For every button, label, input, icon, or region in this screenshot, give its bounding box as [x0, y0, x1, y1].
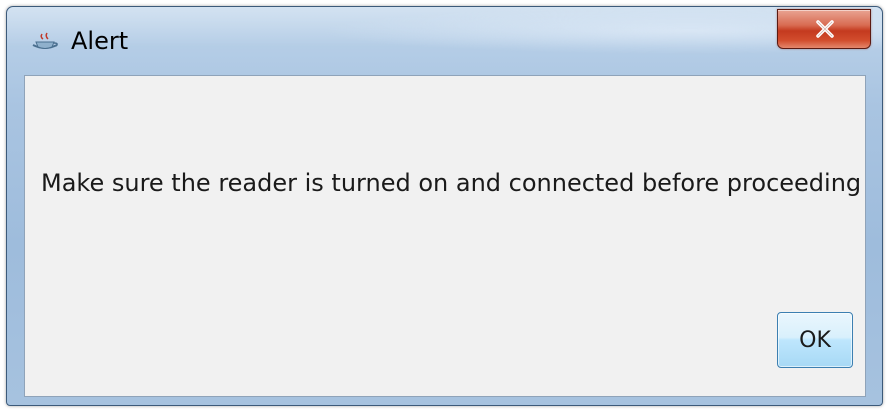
- dialog-title: Alert: [71, 27, 129, 55]
- close-button[interactable]: [777, 9, 871, 49]
- alert-dialog: Alert Make sure the reader is turned on …: [6, 6, 883, 406]
- title-bar[interactable]: Alert: [7, 7, 882, 75]
- ok-button[interactable]: OK: [777, 312, 853, 368]
- dialog-content: Make sure the reader is turned on and co…: [24, 75, 866, 397]
- close-icon: [816, 20, 834, 38]
- alert-message: Make sure the reader is turned on and co…: [41, 169, 862, 197]
- java-cup-icon: [27, 31, 63, 53]
